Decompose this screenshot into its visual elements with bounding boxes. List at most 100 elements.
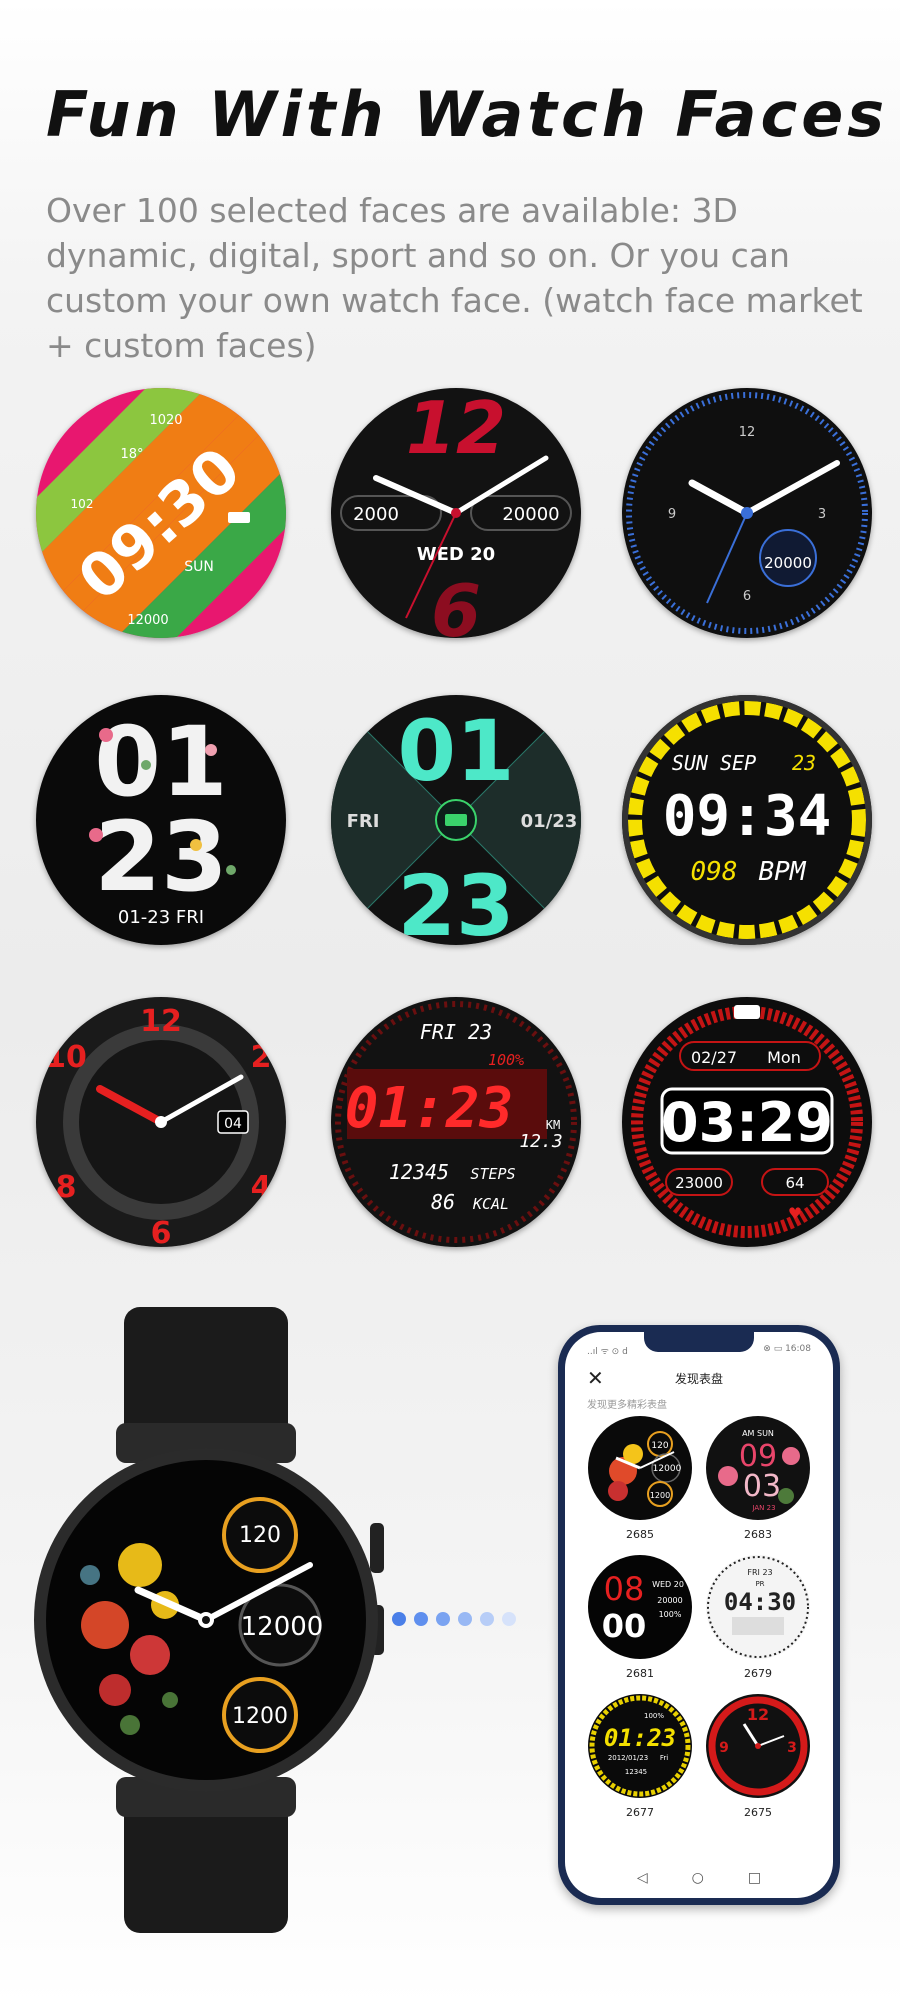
home-icon[interactable]: ○ bbox=[692, 1870, 704, 1886]
android-nav-bar: ◁ ○ □ bbox=[565, 1870, 833, 1886]
face-item[interactable]: 120 12000 1200 2685 bbox=[581, 1416, 699, 1541]
f7-badge: 04 bbox=[224, 1116, 242, 1132]
svg-text:9: 9 bbox=[668, 507, 676, 522]
f5-day: FRI bbox=[347, 811, 380, 832]
svg-text:120: 120 bbox=[651, 1441, 668, 1451]
face-item[interactable]: 08 00 WED 20 20000 100% 2681 bbox=[581, 1555, 699, 1680]
svg-text:03: 03 bbox=[743, 1469, 781, 1504]
phone-screen: ..ıl ᯤ ⊙ d ⊗ ▭ 16:08 ✕ 发现表盘 发现更多精彩表盘 120… bbox=[565, 1332, 833, 1898]
face-item[interactable]: 100% 01:23 2012/01/23 Fri 12345 2677 bbox=[581, 1694, 699, 1819]
svg-text:12: 12 bbox=[739, 425, 756, 440]
face-id: 2685 bbox=[626, 1528, 654, 1541]
f8-kcal: 86 bbox=[431, 1190, 455, 1214]
svg-text:10: 10 bbox=[45, 1040, 87, 1075]
pager-dot[interactable] bbox=[392, 1612, 406, 1626]
face-id: 2677 bbox=[626, 1806, 654, 1819]
recents-icon[interactable]: □ bbox=[748, 1870, 761, 1886]
svg-text:2012/01/23: 2012/01/23 bbox=[608, 1754, 648, 1762]
svg-text:6: 6 bbox=[151, 1216, 172, 1247]
f8-date: FRI 23 bbox=[420, 1020, 492, 1044]
battery-icon bbox=[445, 814, 467, 826]
face-item[interactable]: AM SUN 09 03 JAN 23 2683 bbox=[699, 1416, 817, 1541]
phone-mockup: ..ıl ᯤ ⊙ d ⊗ ▭ 16:08 ✕ 发现表盘 发现更多精彩表盘 120… bbox=[558, 1325, 840, 1905]
phone-page-title: 发现表盘 bbox=[674, 1372, 723, 1386]
face-id: 2683 bbox=[744, 1528, 772, 1541]
watch-face-red-bezel[interactable]: 12 6 10 2 8 4 04 bbox=[36, 997, 286, 1247]
f6-date: SUN SEP bbox=[672, 751, 756, 775]
pager-dot[interactable] bbox=[436, 1612, 450, 1626]
face-id: 2679 bbox=[744, 1667, 772, 1680]
status-right: ⊗ ▭ 16:08 bbox=[763, 1344, 811, 1354]
pager-dot[interactable] bbox=[414, 1612, 428, 1626]
svg-text:4: 4 bbox=[251, 1170, 272, 1205]
svg-text:6: 6 bbox=[743, 589, 751, 604]
f1-steps: 12000 bbox=[127, 613, 168, 628]
f4-minutes: 23 bbox=[94, 801, 228, 913]
svg-text:2: 2 bbox=[251, 1040, 272, 1075]
f2-left-value: 2000 bbox=[353, 504, 399, 525]
status-bar: ..ıl ᯤ ⊙ d ⊗ ▭ 16:08 bbox=[587, 1344, 811, 1357]
svg-text:100%: 100% bbox=[659, 1610, 682, 1619]
page-description: Over 100 selected faces are available: 3… bbox=[46, 191, 863, 365]
pager-dot[interactable] bbox=[480, 1612, 494, 1626]
f4-date: 01-23 FRI bbox=[118, 907, 204, 928]
svg-text:9: 9 bbox=[719, 1740, 729, 1756]
face-item[interactable]: FRI 23 PR 04:30 2679 bbox=[699, 1555, 817, 1680]
f2-date: WED 20 bbox=[417, 544, 495, 565]
face-id: 2675 bbox=[744, 1806, 772, 1819]
watch-heart: 120 bbox=[239, 1523, 281, 1548]
svg-text:01:23: 01:23 bbox=[604, 1724, 676, 1752]
f8-steps: 12345 bbox=[389, 1160, 449, 1184]
back-icon[interactable]: ◁ bbox=[637, 1870, 648, 1886]
battery-icon bbox=[734, 1005, 760, 1019]
f8-battery: 100% bbox=[488, 1051, 524, 1069]
svg-text:1200: 1200 bbox=[650, 1491, 670, 1500]
watch-face-colorful[interactable]: 1020 18° 102 09:30 SUN 12000 bbox=[36, 388, 286, 638]
battery-icon bbox=[228, 512, 250, 523]
f8-steps-label: STEPS bbox=[470, 1165, 515, 1183]
svg-text:8: 8 bbox=[56, 1170, 77, 1205]
f9-time: 03:29 bbox=[661, 1091, 833, 1154]
f3-steps: 20000 bbox=[764, 554, 812, 572]
pager-dot[interactable] bbox=[502, 1612, 516, 1626]
f8-kcal-label: KCAL bbox=[472, 1195, 509, 1213]
f8-km: 12.3 bbox=[519, 1131, 562, 1152]
svg-text:FRI 23: FRI 23 bbox=[747, 1568, 772, 1577]
f8-time: 01:23 bbox=[345, 1076, 514, 1141]
f5-date: 01/23 bbox=[521, 811, 578, 832]
status-left: ..ıl ᯤ ⊙ d bbox=[587, 1347, 628, 1357]
f5-minutes: 23 bbox=[398, 857, 515, 945]
watch-face-red-ring[interactable]: 02/27 Mon 03:29 23000 64 ♥ bbox=[622, 997, 872, 1247]
svg-text:04:30: 04:30 bbox=[724, 1588, 796, 1616]
watch-face-red-lcd[interactable]: FRI 23 100% 01:23 KM 12.3 12345 STEPS 86… bbox=[331, 997, 581, 1247]
f9-heart: 64 bbox=[785, 1174, 804, 1192]
svg-text:20000: 20000 bbox=[657, 1596, 682, 1605]
svg-text:WED 20: WED 20 bbox=[652, 1580, 684, 1589]
svg-text:3: 3 bbox=[787, 1740, 797, 1756]
f1-top-value: 1020 bbox=[149, 413, 182, 428]
watch-face-floral-digits[interactable]: 01 23 01-23 FRI bbox=[36, 695, 286, 945]
f2-top-num: 12 bbox=[406, 388, 506, 470]
watch-face-yellow-digital[interactable]: SUN SEP 23 09:34 098 BPM bbox=[622, 695, 872, 945]
svg-text:3: 3 bbox=[818, 507, 826, 522]
svg-text:AM SUN: AM SUN bbox=[742, 1429, 774, 1438]
svg-text:12: 12 bbox=[140, 1004, 182, 1039]
watch-face-teal-digits[interactable]: 01 23 FRI 01/23 bbox=[331, 695, 581, 945]
pager-dot[interactable] bbox=[458, 1612, 472, 1626]
f1-day: SUN bbox=[184, 559, 214, 575]
page-title: Fun With Watch Faces bbox=[46, 78, 889, 151]
face-id: 2681 bbox=[626, 1667, 654, 1680]
face-item[interactable]: 12 9 3 2675 bbox=[699, 1694, 817, 1819]
svg-text:12000: 12000 bbox=[653, 1464, 682, 1474]
f6-bpm: 098 bbox=[691, 857, 738, 887]
f6-day-num: 23 bbox=[792, 751, 816, 775]
watch-button-top bbox=[370, 1523, 384, 1573]
f2-bottom-num: 6 bbox=[431, 569, 481, 638]
watch-face-sport-red[interactable]: 12 6 2000 20000 WED 20 bbox=[331, 388, 581, 638]
f2-right-value: 20000 bbox=[502, 504, 559, 525]
f6-bpm-label: BPM bbox=[759, 857, 807, 887]
f5-hours: 01 bbox=[398, 702, 515, 800]
svg-text:Fri: Fri bbox=[660, 1754, 668, 1762]
watch-face-analog-blue[interactable]: 12 3 6 9 20000 bbox=[622, 388, 872, 638]
f9-steps: 23000 bbox=[675, 1174, 723, 1192]
